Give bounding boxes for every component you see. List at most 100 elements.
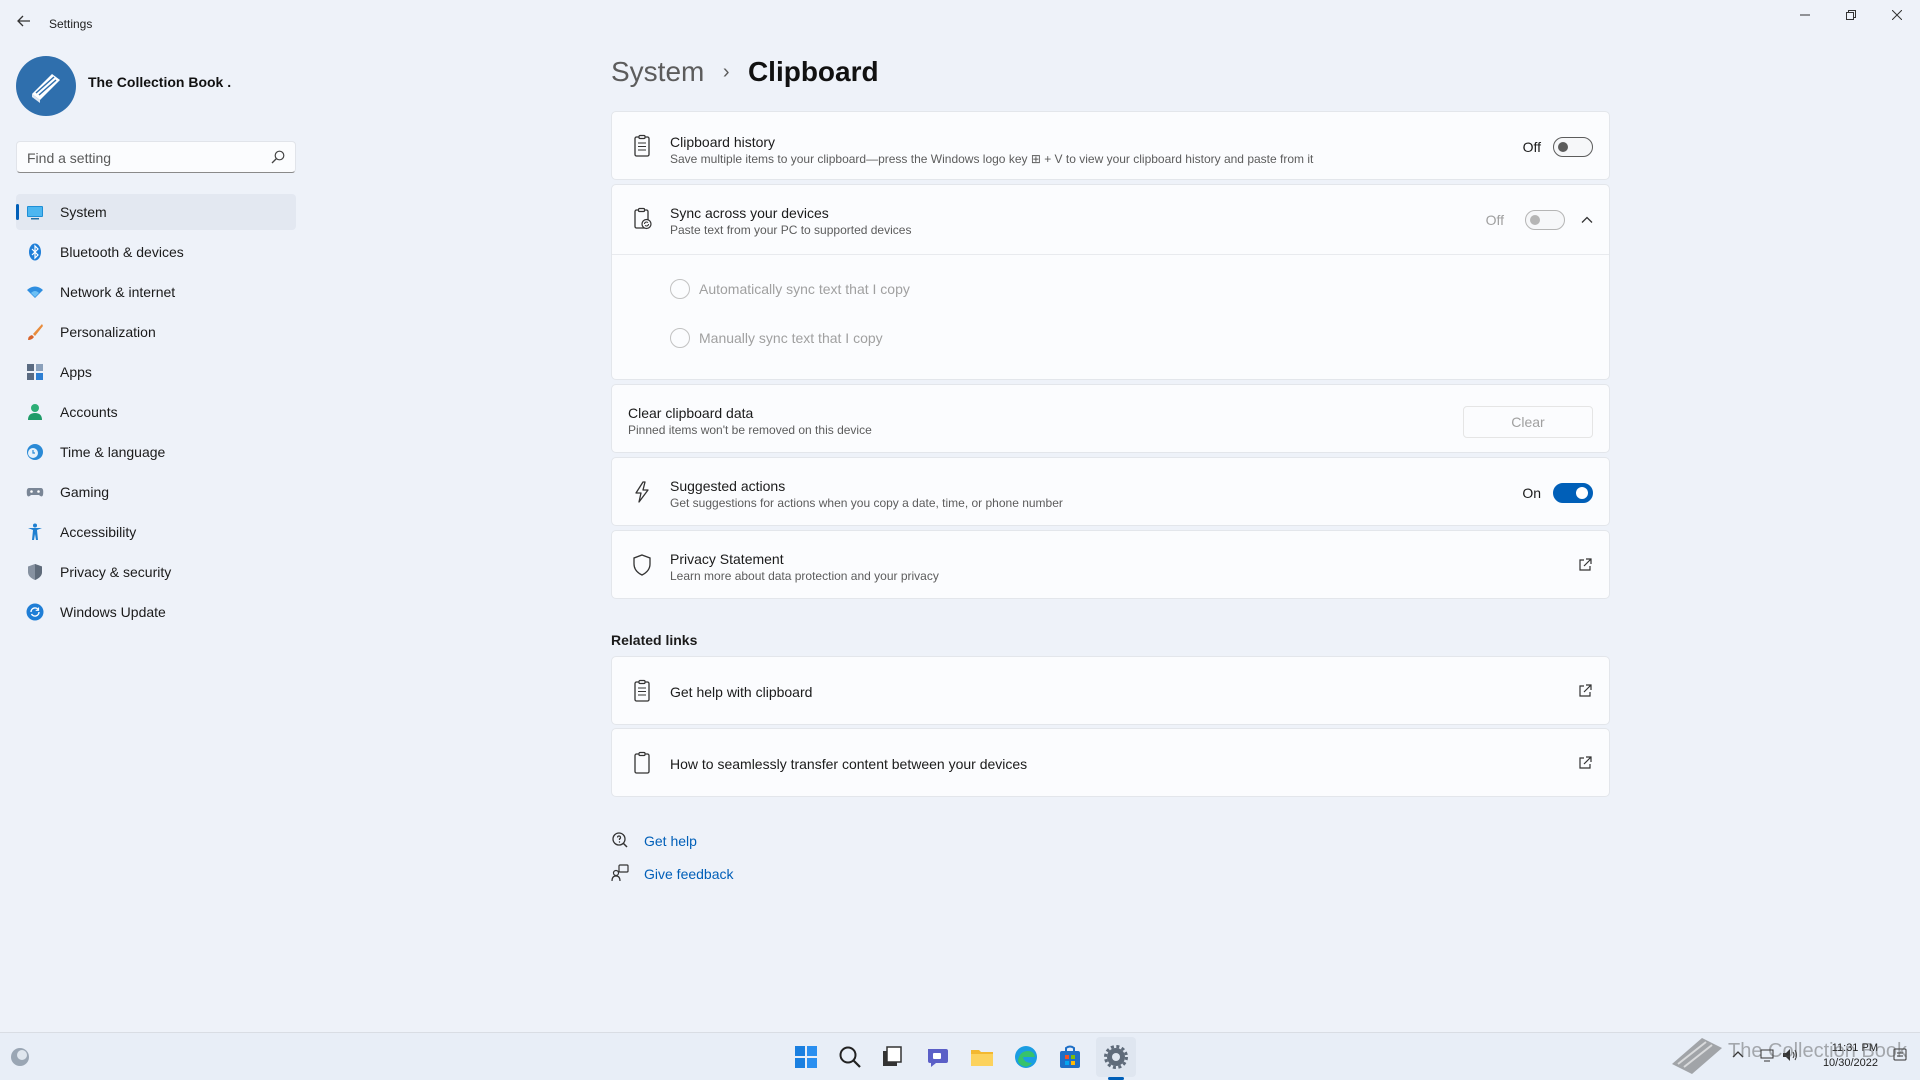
sync-subtitle: Paste text from your PC to supported dev… <box>670 223 912 237</box>
radio-auto-sync-label: Automatically sync text that I copy <box>699 281 910 297</box>
clear-data-card: Clear clipboard data Pinned items won't … <box>611 384 1610 453</box>
suggested-actions-subtitle: Get suggestions for actions when you cop… <box>670 496 1063 510</box>
breadcrumb-parent[interactable]: System <box>611 56 704 88</box>
sync-toggle[interactable] <box>1525 210 1565 230</box>
sidebar-item-label: System <box>60 204 107 220</box>
suggested-actions-state: On <box>1522 485 1541 501</box>
book-icon <box>32 74 60 103</box>
widgets-icon[interactable] <box>8 1045 32 1069</box>
clipboard-icon <box>634 751 650 774</box>
clipboard-history-subtitle: Save multiple items to your clipboard—pr… <box>670 152 1314 166</box>
sidebar-item-apps[interactable]: Apps <box>16 354 296 390</box>
file-explorer-icon[interactable] <box>968 1043 996 1071</box>
bluetooth-icon <box>29 243 41 261</box>
settings-gear-icon[interactable] <box>1102 1043 1130 1071</box>
clipboard-history-card: Clipboard history Save multiple items to… <box>611 111 1610 180</box>
sidebar-item-time-language[interactable]: Time & language <box>16 434 296 470</box>
related-link-transfer-content[interactable]: How to seamlessly transfer content betwe… <box>611 728 1610 797</box>
sidebar-nav: System Bluetooth & devices Network & int… <box>16 194 296 634</box>
user-profile[interactable]: The Collection Book . <box>16 56 296 118</box>
related-link-help-clipboard[interactable]: Get help with clipboard <box>611 656 1610 725</box>
radio-manual-sync[interactable] <box>670 328 690 348</box>
privacy-subtitle: Learn more about data protection and you… <box>670 569 939 583</box>
minimize-icon[interactable] <box>1782 0 1828 32</box>
related-link-label: How to seamlessly transfer content betwe… <box>670 756 1028 772</box>
related-links-heading: Related links <box>611 632 698 648</box>
get-help-label[interactable]: Get help <box>644 833 697 849</box>
sidebar-item-personalization[interactable]: Personalization <box>16 314 296 350</box>
sidebar-item-label: Apps <box>60 364 92 380</box>
sidebar-item-label: Time & language <box>60 444 166 460</box>
clear-button[interactable]: Clear <box>1463 406 1593 438</box>
chevron-up-icon[interactable] <box>1581 214 1593 226</box>
clipboard-history-state: Off <box>1522 139 1541 155</box>
wifi-icon <box>27 286 43 298</box>
clipboard-history-title: Clipboard history <box>670 134 776 150</box>
suggested-actions-toggle[interactable] <box>1553 483 1593 503</box>
radio-manual-sync-label: Manually sync text that I copy <box>699 330 883 346</box>
restore-icon[interactable] <box>1828 0 1874 32</box>
sidebar-item-label: Accessibility <box>60 524 137 540</box>
give-feedback-label[interactable]: Give feedback <box>644 866 734 882</box>
title-bar: Settings <box>0 0 1920 48</box>
watermark-book-icon <box>1672 1038 1722 1074</box>
sidebar-item-label: Personalization <box>60 324 156 340</box>
search-icon[interactable] <box>271 150 285 169</box>
sidebar-item-system[interactable]: System <box>16 194 296 230</box>
profile-name: The Collection Book . <box>88 74 232 90</box>
related-link-label: Get help with clipboard <box>670 684 813 700</box>
sync-state: Off <box>1485 212 1504 228</box>
back-arrow-icon[interactable] <box>14 14 34 34</box>
gamepad-icon <box>26 488 44 497</box>
external-link-icon[interactable] <box>1577 557 1593 573</box>
avatar <box>16 56 76 116</box>
shield-outline-icon <box>633 554 651 576</box>
watermark-text: The Collection Book <box>1728 1040 1907 1062</box>
task-view-icon[interactable] <box>878 1043 906 1071</box>
update-icon <box>26 603 44 621</box>
sidebar-item-gaming[interactable]: Gaming <box>16 474 296 510</box>
sync-devices-card: Sync across your devices Paste text from… <box>611 184 1610 380</box>
sidebar-item-bluetooth[interactable]: Bluetooth & devices <box>16 234 296 270</box>
accessibility-icon <box>28 523 42 540</box>
external-link-icon[interactable] <box>1577 755 1593 771</box>
search-placeholder: Find a setting <box>27 150 112 166</box>
external-link-icon[interactable] <box>1577 683 1593 699</box>
privacy-statement-card[interactable]: Privacy Statement Learn more about data … <box>611 530 1610 599</box>
teams-chat-icon[interactable] <box>924 1043 952 1071</box>
clipboard-sync-icon <box>634 207 652 230</box>
breadcrumb: System › Clipboard <box>611 56 879 96</box>
breadcrumb-separator: › <box>722 60 730 83</box>
radio-auto-sync[interactable] <box>670 279 690 299</box>
clipboard-history-toggle[interactable] <box>1553 137 1593 157</box>
sidebar-item-network[interactable]: Network & internet <box>16 274 296 310</box>
person-icon <box>28 404 42 420</box>
sidebar-item-label: Gaming <box>60 484 110 500</box>
sidebar-item-windows-update[interactable]: Windows Update <box>16 594 296 630</box>
start-icon[interactable] <box>792 1043 820 1071</box>
active-indicator <box>16 204 19 220</box>
search-icon[interactable] <box>836 1043 864 1071</box>
help-chat-icon <box>612 832 628 848</box>
feedback-icon <box>611 864 629 882</box>
store-icon[interactable] <box>1056 1043 1084 1071</box>
divider <box>612 254 1609 255</box>
clipboard-list-icon <box>634 134 650 157</box>
sidebar-item-label: Network & internet <box>60 284 176 300</box>
search-input[interactable]: Find a setting <box>16 141 296 173</box>
clipboard-list-icon <box>634 679 650 702</box>
sidebar-item-privacy[interactable]: Privacy & security <box>16 554 296 590</box>
clear-data-title: Clear clipboard data <box>628 405 754 421</box>
sidebar-item-accessibility[interactable]: Accessibility <box>16 514 296 550</box>
sidebar-item-accounts[interactable]: Accounts <box>16 394 296 430</box>
taskbar: 11:31 PM 10/30/2022 <box>0 1032 1920 1080</box>
clear-data-subtitle: Pinned items won't be removed on this de… <box>628 423 872 437</box>
page-title: Clipboard <box>747 56 879 87</box>
privacy-title: Privacy Statement <box>670 551 784 567</box>
system-icon <box>27 206 43 220</box>
sidebar-item-label: Windows Update <box>60 604 166 620</box>
close-icon[interactable] <box>1874 0 1920 32</box>
apps-icon <box>27 364 43 380</box>
edge-browser-icon[interactable] <box>1012 1043 1040 1071</box>
lightning-icon <box>635 481 649 503</box>
